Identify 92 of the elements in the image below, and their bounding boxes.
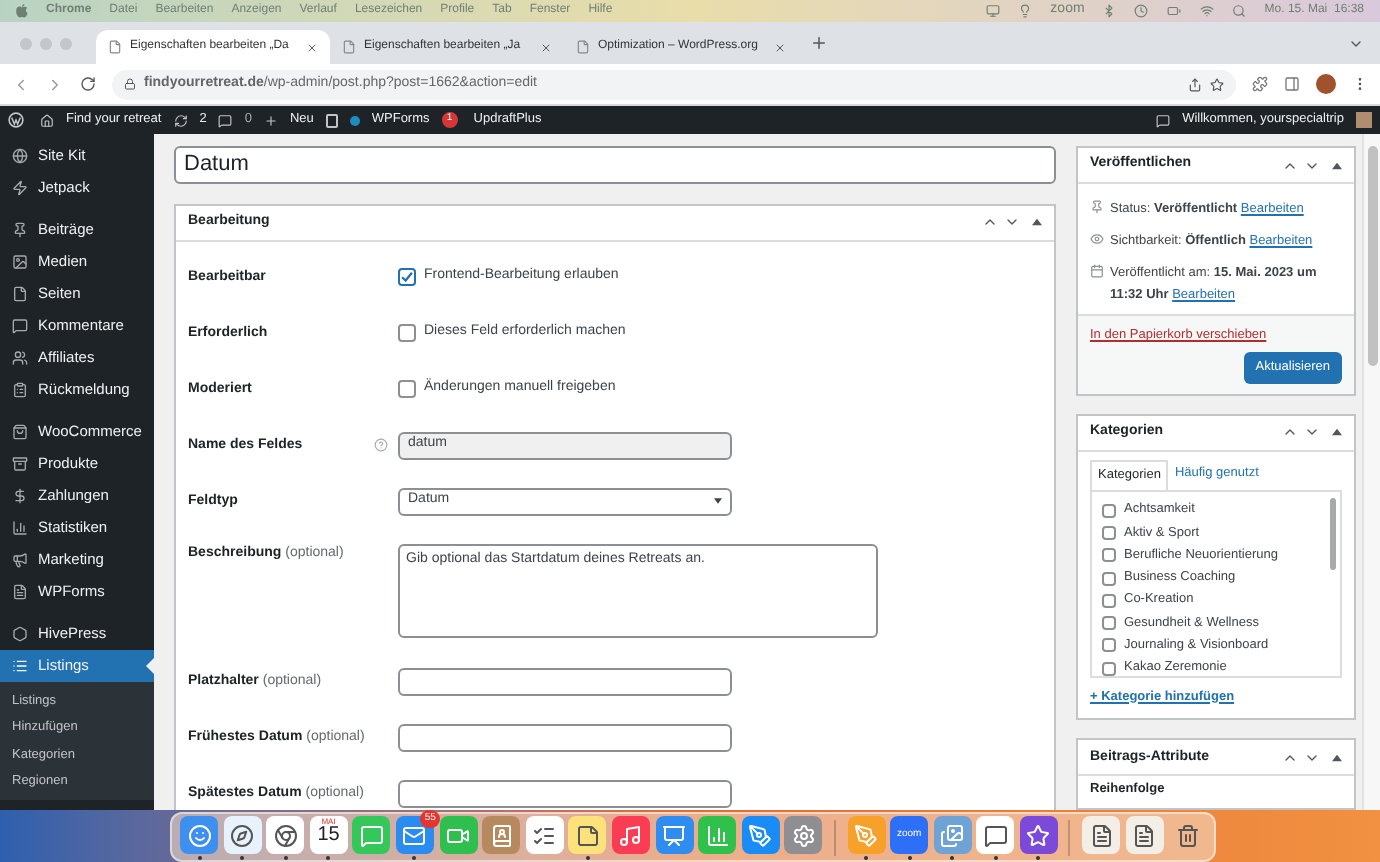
scrollbar-thumb[interactable]	[1330, 497, 1336, 569]
chat-bubble-app-icon[interactable]	[976, 816, 1015, 854]
bag-icon	[12, 424, 28, 440]
pen-app-icon[interactable]	[741, 816, 780, 854]
plus-icon	[263, 113, 278, 127]
display-icon[interactable]	[986, 4, 1001, 18]
bar-chart-icon	[12, 520, 28, 536]
page-icon	[12, 286, 28, 302]
apple-logo-icon[interactable]	[16, 4, 28, 18]
clock-icon[interactable]	[1134, 4, 1149, 18]
checkbox[interactable]	[398, 324, 416, 342]
checkbox[interactable]	[1102, 593, 1116, 608]
chat-icon[interactable]	[1156, 113, 1171, 127]
form-icon	[12, 584, 28, 600]
checkbox[interactable]	[1102, 661, 1116, 675]
globe-icon	[12, 148, 28, 164]
music-note-app-icon[interactable]	[611, 816, 650, 854]
star-app-icon[interactable]	[1019, 816, 1058, 854]
compass-app-icon[interactable]	[223, 816, 262, 854]
close-icon[interactable]	[774, 41, 786, 53]
reload-icon[interactable]	[80, 76, 96, 92]
face-app-icon[interactable]	[180, 816, 218, 854]
home-icon	[40, 113, 54, 127]
input-field[interactable]	[398, 779, 732, 807]
calendar-icon	[1090, 264, 1104, 278]
side-panel-icon[interactable]	[1284, 76, 1300, 92]
people-icon	[12, 350, 28, 366]
image-icon	[12, 254, 28, 270]
pin-icon	[1090, 200, 1104, 214]
logo-icon[interactable]	[8, 112, 24, 128]
dollar-icon	[12, 488, 28, 504]
move-down-icon[interactable]	[1004, 214, 1020, 230]
new-tab-icon[interactable]	[810, 34, 828, 52]
bookmark-star-icon[interactable]	[1210, 77, 1224, 91]
lock-icon	[124, 78, 136, 90]
podium-app-icon[interactable]	[655, 816, 694, 854]
browser-app-icon[interactable]	[266, 816, 305, 854]
updates-icon[interactable]	[173, 113, 188, 127]
lightning-icon	[12, 180, 28, 196]
scrollbar-thumb[interactable]	[1368, 146, 1378, 366]
battery-icon[interactable]	[1166, 4, 1183, 18]
bluetooth-icon[interactable]	[1102, 4, 1117, 18]
checkbox[interactable]	[398, 268, 416, 286]
current-pointer	[146, 658, 154, 674]
clipboard-icon	[12, 382, 28, 398]
pen-app-icon[interactable]	[847, 816, 885, 854]
comment-icon	[12, 318, 28, 334]
envelope-icon	[402, 823, 427, 847]
hexagon-icon	[12, 626, 28, 642]
collapse-caret-icon[interactable]	[1332, 161, 1342, 169]
forward-icon[interactable]	[46, 75, 64, 93]
search-icon[interactable]	[1232, 4, 1247, 18]
document-icon[interactable]	[1082, 816, 1121, 854]
comment-icon[interactable]	[218, 113, 233, 127]
page-icon	[576, 40, 590, 54]
pin-icon	[12, 222, 28, 238]
collapse-caret-icon[interactable]	[1032, 218, 1042, 226]
eye-icon	[1090, 232, 1104, 246]
bulb-icon[interactable]	[1018, 4, 1033, 18]
checkbox[interactable]	[1102, 525, 1116, 540]
bar-chart-app-icon[interactable]	[698, 816, 737, 854]
title-field[interactable]: Datum	[174, 146, 1056, 183]
gear-app-icon[interactable]	[784, 816, 823, 854]
extensions-icon[interactable]	[1252, 76, 1268, 92]
share-icon[interactable]	[1188, 77, 1202, 91]
checkbox[interactable]	[1102, 548, 1116, 563]
archive-icon	[12, 456, 28, 472]
list-icon	[12, 658, 28, 674]
page-icon	[342, 40, 356, 54]
help-icon[interactable]	[374, 438, 388, 452]
megaphone-icon	[12, 552, 28, 568]
document-icon[interactable]	[1125, 816, 1164, 854]
checkbox[interactable]	[398, 380, 416, 398]
notepad-app-icon[interactable]	[568, 816, 607, 854]
contact-book-app-icon[interactable]	[482, 816, 521, 854]
checkbox[interactable]	[1102, 638, 1116, 653]
close-icon[interactable]	[306, 41, 318, 53]
checkbox[interactable]	[1102, 503, 1116, 518]
caret-icon	[714, 498, 722, 504]
video-camera-app-icon[interactable]	[439, 816, 478, 854]
move-up-icon[interactable]	[982, 214, 998, 230]
input-field[interactable]	[398, 723, 732, 751]
back-icon[interactable]	[12, 75, 30, 93]
page-icon	[108, 40, 122, 54]
checkbox[interactable]	[1102, 571, 1116, 586]
input-field[interactable]	[398, 667, 732, 695]
collapse-caret-icon[interactable]	[1332, 428, 1342, 437]
checkbox[interactable]	[1102, 616, 1116, 631]
collapse-caret-icon[interactable]	[1332, 753, 1342, 762]
checklist-app-icon[interactable]	[525, 816, 564, 854]
wifi-icon[interactable]	[1200, 4, 1215, 18]
close-icon[interactable]	[540, 41, 552, 53]
